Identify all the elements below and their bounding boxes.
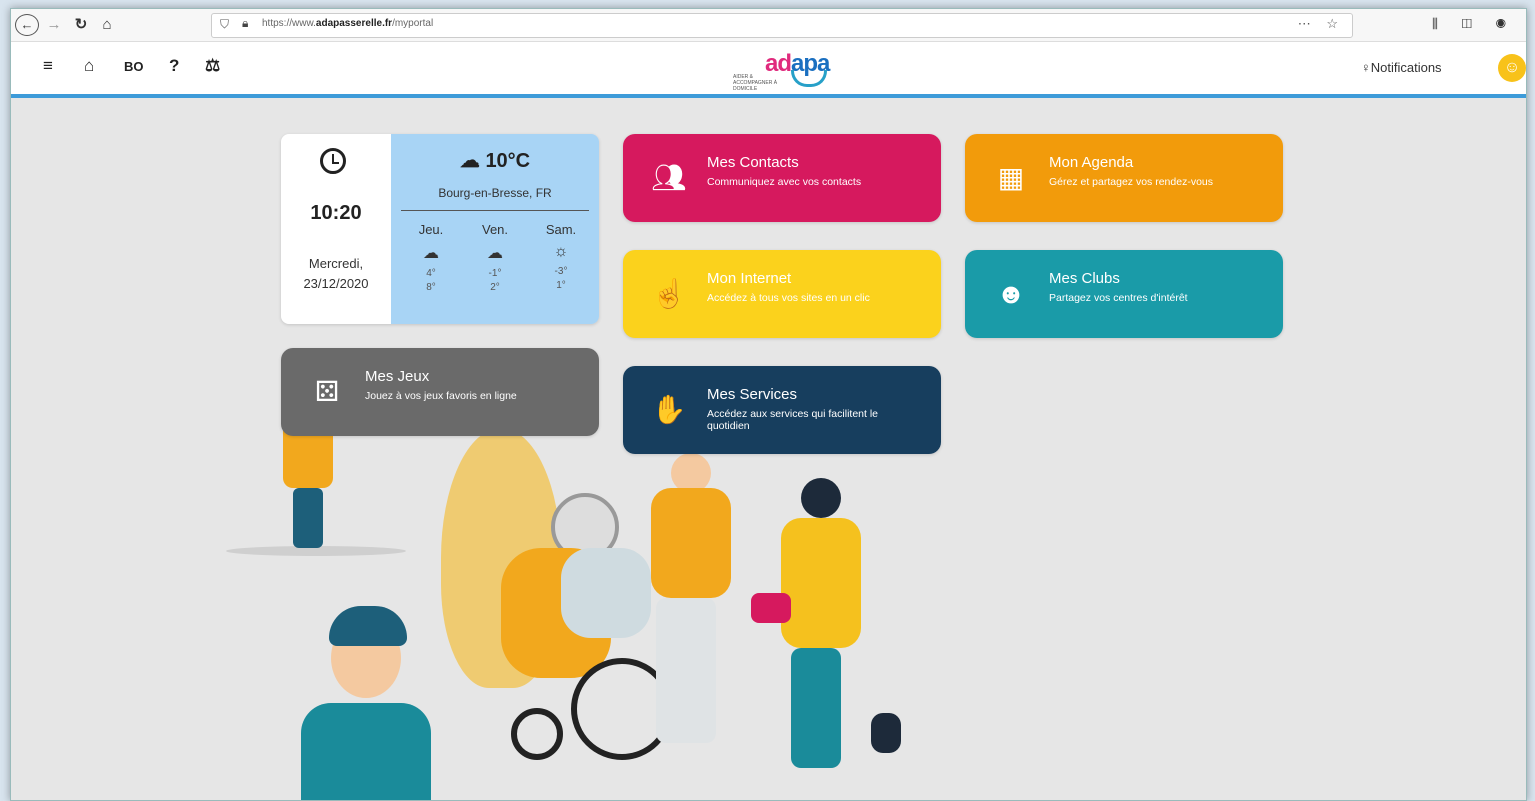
back-icon[interactable]: ← — [15, 14, 39, 36]
tile-subtitle: Accédez aux services qui facilitent le q… — [707, 408, 878, 432]
tile-jeux[interactable]: ⚄ Mes Jeux Jouez à vos jeux favoris en l… — [281, 348, 599, 436]
dice-icon: ⚄ — [314, 376, 340, 407]
calendar-icon: ▦ — [997, 162, 1025, 193]
browser-toolbar: ← → ↻ ⌂ ⛉ 🔒︎ https://www.adapasserelle.f… — [11, 9, 1526, 42]
tile-subtitle: Partagez vos centres d'intérêt — [1049, 292, 1188, 304]
tile-subtitle: Accédez à tous vos sites en un clic — [707, 292, 870, 304]
weather-panel: ☁ 10°C Bourg-en-Bresse, FR Jeu. ☁ 4° 8° V… — [391, 134, 599, 324]
tile-subtitle: Gérez et partagez vos rendez-vous — [1049, 176, 1214, 188]
address-bar[interactable]: ⛉ 🔒︎ https://www.adapasserelle.fr/myport… — [211, 13, 1353, 38]
tile-title: Mon Internet — [707, 270, 792, 287]
logo-arc — [791, 70, 827, 87]
tile-title: Mes Services — [707, 386, 798, 403]
tile-services[interactable]: ✋ Mes Services Accédez aux services qui … — [623, 366, 941, 454]
service-hand-icon: ✋ — [651, 394, 687, 425]
app-header: ≡ ⌂ BO ? ⚖ adapa AIDER & ACCOMPAGNER À D… — [11, 42, 1526, 98]
home-icon[interactable]: ⌂ — [97, 14, 117, 36]
clock-panel: 10:20 Mercredi, 23/12/2020 — [281, 134, 391, 324]
current-weather: ☁ 10°C — [459, 150, 531, 172]
help-button[interactable]: ? — [169, 56, 179, 76]
lock-icon: 🔒︎ — [242, 16, 249, 30]
rain-cloud-icon: ☁ — [487, 245, 503, 262]
tile-title: Mes Contacts — [707, 154, 799, 171]
shield-icon: ⛉ — [220, 17, 230, 31]
weather-city: Bourg-en-Bresse, FR — [438, 186, 552, 200]
notifications-button[interactable]: ♀Notifications — [1361, 60, 1442, 75]
forecast-day: Sam. ☼ -3° 1° — [531, 222, 591, 293]
tile-subtitle: Communiquez avec vos contacts — [707, 176, 862, 188]
contacts-icon: 👥︎ — [651, 162, 687, 193]
portal-content: 10:20 Mercredi, 23/12/2020 ☁ 10°C Bourg-e… — [11, 98, 1526, 800]
reload-icon[interactable]: ↻ — [71, 14, 91, 36]
home-icon[interactable]: ⌂ — [84, 56, 94, 76]
tile-title: Mes Jeux — [365, 368, 430, 385]
browser-window: ← → ↻ ⌂ ⛉ 🔒︎ https://www.adapasserelle.f… — [10, 8, 1527, 801]
adapa-logo[interactable]: adapa AIDER & ACCOMPAGNER À DOMICILE — [733, 50, 843, 92]
cloud-sun-icon: ☁ — [459, 150, 480, 172]
tile-title: Mon Agenda — [1049, 154, 1134, 171]
bo-button[interactable]: BO — [124, 59, 144, 74]
url-text: https://www.adapasserelle.fr/myportal — [262, 18, 434, 29]
bulb-icon: ♀ — [1361, 60, 1371, 75]
forecast-day: Jeu. ☁ 4° 8° — [401, 222, 461, 295]
tile-agenda[interactable]: ▦ Mon Agenda Gérez et partagez vos rende… — [965, 134, 1283, 222]
scale-icon[interactable]: ⚖ — [205, 56, 220, 76]
page-actions[interactable]: ⋯ ☆ — [1298, 16, 1344, 32]
tile-title: Mes Clubs — [1049, 270, 1120, 287]
rain-cloud-icon: ☁ — [423, 245, 439, 262]
divider — [401, 210, 589, 211]
tile-internet[interactable]: ☝ Mon Internet Accédez à tous vos sites … — [623, 250, 941, 338]
clock-icon — [320, 148, 346, 174]
tile-contacts[interactable]: 👥︎ Mes Contacts Communiquez avec vos con… — [623, 134, 941, 222]
forward-icon[interactable]: → — [45, 14, 63, 36]
smiley-heart-icon: ☻ — [996, 278, 1026, 309]
menu-icon[interactable]: ≡ — [43, 56, 53, 76]
pointer-hand-icon: ☝ — [651, 278, 687, 309]
forecast-day: Ven. ☁ -1° 2° — [465, 222, 525, 295]
clock-weather-widget: 10:20 Mercredi, 23/12/2020 ☁ 10°C Bourg-e… — [281, 134, 599, 324]
tile-subtitle: Jouez à vos jeux favoris en ligne — [365, 390, 517, 402]
avatar[interactable]: ☺ — [1498, 54, 1526, 82]
sun-snow-icon: ☼ — [553, 243, 569, 260]
tile-clubs[interactable]: ☻ Mes Clubs Partagez vos centres d'intér… — [965, 250, 1283, 338]
logo-subtitle: AIDER & ACCOMPAGNER À DOMICILE — [733, 74, 778, 92]
browser-extras[interactable]: ⫼ ◫ ◉ — [1432, 16, 1516, 32]
current-time: 10:20 — [310, 202, 362, 224]
current-date: Mercredi, 23/12/2020 — [303, 256, 369, 291]
